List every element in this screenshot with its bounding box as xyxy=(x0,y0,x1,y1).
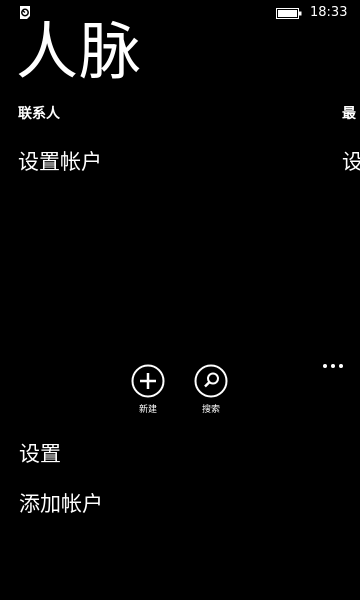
more-button[interactable] xyxy=(320,358,346,374)
app-title: 人脉 xyxy=(16,15,143,88)
menu-item-settings[interactable]: 设置 xyxy=(19,440,61,468)
status-time: 18:33 xyxy=(310,5,348,20)
menu-item-add-account[interactable]: 添加帐户 xyxy=(19,490,103,518)
more-icon xyxy=(323,364,327,368)
battery-icon xyxy=(276,8,302,19)
setup-link-next-pane[interactable]: 设 xyxy=(342,148,360,176)
new-button-label: 新建 xyxy=(138,405,157,415)
pivot-header-next[interactable]: 最 xyxy=(342,104,356,124)
search-icon xyxy=(194,364,228,398)
more-icon xyxy=(331,364,335,368)
search-button-label: 搜索 xyxy=(201,405,220,415)
setup-account-link[interactable]: 设置帐户 xyxy=(18,148,102,176)
search-button[interactable]: 搜索 xyxy=(189,364,233,416)
new-button[interactable]: 新建 xyxy=(126,364,170,416)
more-icon xyxy=(339,364,343,368)
add-icon xyxy=(131,364,165,398)
pivot-header-contacts[interactable]: 联系人 xyxy=(18,104,60,124)
